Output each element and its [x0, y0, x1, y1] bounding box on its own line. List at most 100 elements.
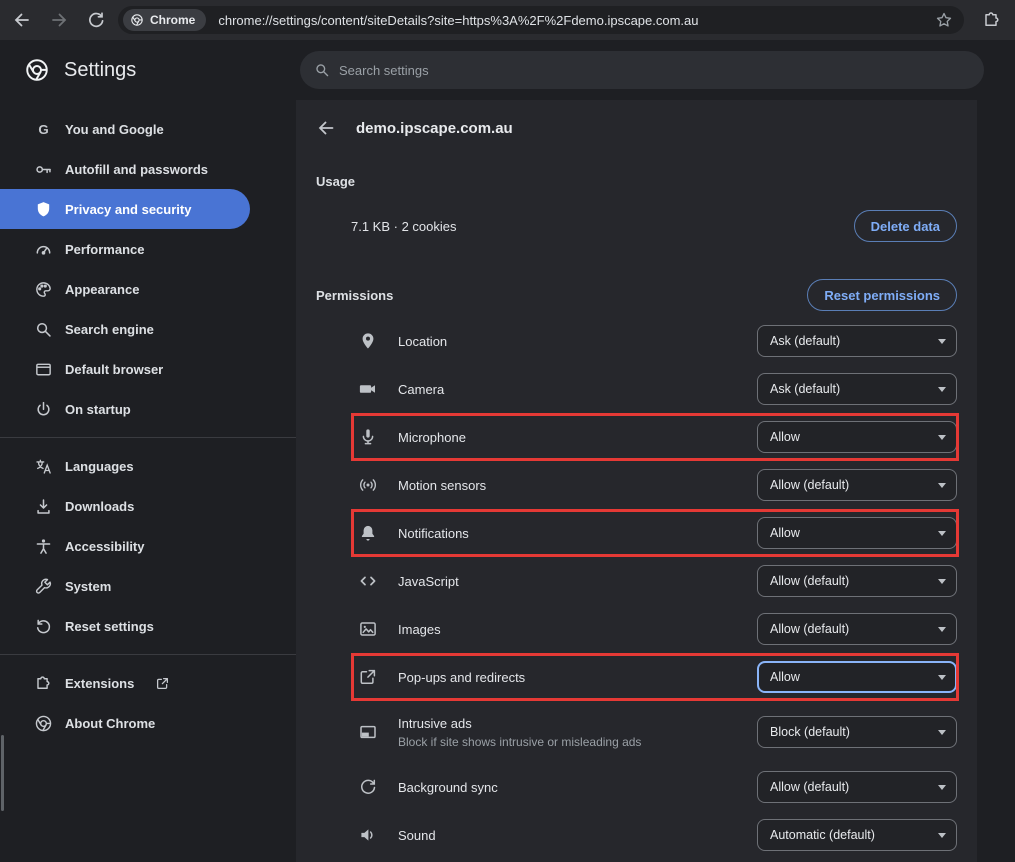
permissions-header: Permissions Reset permissions	[316, 279, 957, 311]
chevron-down-icon	[938, 627, 946, 632]
image-icon	[358, 619, 378, 639]
popup-redirect-icon	[358, 667, 378, 687]
back-icon[interactable]	[12, 10, 32, 30]
delete-data-button[interactable]: Delete data	[854, 210, 957, 242]
page-title: Settings	[64, 59, 136, 82]
permission-row-popups: Pop-ups and redirects Allow	[316, 653, 957, 701]
sidebar-item-reset-settings[interactable]: Reset settings	[0, 606, 250, 646]
select-value: Block (default)	[770, 725, 850, 739]
select-value: Allow	[770, 526, 800, 540]
url-text[interactable]: chrome://settings/content/siteDetails?si…	[218, 13, 698, 28]
javascript-permission-select[interactable]: Allow (default)	[757, 565, 957, 597]
permission-row-sound: Sound Automatic (default)	[316, 811, 957, 859]
sidebar-item-label: Languages	[65, 459, 134, 474]
sidebar-item-languages[interactable]: Languages	[0, 446, 250, 486]
accessibility-icon	[34, 537, 53, 556]
sidebar-item-label: Downloads	[65, 499, 134, 514]
sidebar-item-downloads[interactable]: Downloads	[0, 486, 250, 526]
chevron-down-icon	[938, 339, 946, 344]
notifications-permission-select[interactable]: Allow	[757, 517, 957, 549]
refresh-icon[interactable]	[86, 10, 106, 30]
sidebar-item-label: You and Google	[65, 122, 164, 137]
permission-label: Sound	[398, 828, 436, 843]
sidebar-item-about-chrome[interactable]: About Chrome	[0, 703, 250, 743]
usage-summary: 7.1 KB · 2 cookies	[351, 219, 457, 234]
back-arrow-icon[interactable]	[316, 118, 336, 138]
download-icon	[34, 497, 53, 516]
settings-search[interactable]	[300, 51, 984, 89]
background-sync-permission-select[interactable]: Allow (default)	[757, 771, 957, 803]
reset-permissions-button[interactable]: Reset permissions	[807, 279, 957, 311]
sidebar-item-accessibility[interactable]: Accessibility	[0, 526, 250, 566]
sidebar-divider	[0, 654, 296, 655]
permissions-list: Location Ask (default) Camera Ask (defau…	[296, 317, 977, 859]
browser-window-icon	[34, 360, 53, 379]
sidebar-item-on-startup[interactable]: On startup	[0, 389, 250, 429]
reset-icon	[34, 617, 53, 636]
permission-label: JavaScript	[398, 574, 459, 589]
chevron-down-icon	[938, 483, 946, 488]
permission-label: Location	[398, 334, 447, 349]
bookmark-star-icon[interactable]	[935, 11, 953, 29]
ads-icon	[358, 722, 378, 742]
extensions-puzzle-icon[interactable]	[982, 10, 1002, 30]
popups-permission-select[interactable]: Allow	[757, 661, 957, 693]
sidebar-item-you-and-google[interactable]: G You and Google	[0, 109, 250, 149]
microphone-permission-select[interactable]: Allow	[757, 421, 957, 453]
sidebar-item-autofill[interactable]: Autofill and passwords	[0, 149, 250, 189]
external-link-icon	[155, 676, 170, 691]
site-details-panel: demo.ipscape.com.au Usage 7.1 KB · 2 coo…	[296, 100, 977, 862]
sidebar-item-privacy-security[interactable]: Privacy and security	[0, 189, 250, 229]
select-value: Allow (default)	[770, 780, 849, 794]
search-input[interactable]	[339, 63, 970, 78]
browser-toolbar: Chrome chrome://settings/content/siteDet…	[0, 0, 1015, 40]
sidebar-item-label: Reset settings	[65, 619, 154, 634]
sidebar: G You and Google Autofill and passwords …	[0, 100, 296, 862]
sidebar-item-system[interactable]: System	[0, 566, 250, 606]
chevron-down-icon	[938, 579, 946, 584]
sidebar-item-search-engine[interactable]: Search engine	[0, 309, 250, 349]
intrusive-ads-permission-select[interactable]: Block (default)	[757, 716, 957, 748]
permission-row-javascript: JavaScript Allow (default)	[316, 557, 957, 605]
google-g-icon: G	[34, 120, 53, 139]
sidebar-item-label: Privacy and security	[65, 202, 191, 217]
chevron-down-icon	[938, 435, 946, 440]
chrome-logo-icon	[34, 714, 53, 733]
microphone-icon	[358, 427, 378, 447]
sidebar-item-label: Default browser	[65, 362, 163, 377]
notifications-bell-icon	[358, 523, 378, 543]
sidebar-item-label: On startup	[65, 402, 131, 417]
search-icon	[34, 320, 53, 339]
camera-permission-select[interactable]: Ask (default)	[757, 373, 957, 405]
sidebar-item-appearance[interactable]: Appearance	[0, 269, 250, 309]
motion-sensors-permission-select[interactable]: Allow (default)	[757, 469, 957, 501]
location-permission-select[interactable]: Ask (default)	[757, 325, 957, 357]
sidebar-scrollbar[interactable]	[1, 735, 4, 811]
permission-row-microphone: Microphone Allow	[316, 413, 957, 461]
select-value: Allow (default)	[770, 622, 849, 636]
sidebar-item-default-browser[interactable]: Default browser	[0, 349, 250, 389]
select-value: Allow (default)	[770, 574, 849, 588]
select-value: Ask (default)	[770, 382, 840, 396]
chevron-down-icon	[938, 785, 946, 790]
wrench-icon	[34, 577, 53, 596]
sidebar-item-performance[interactable]: Performance	[0, 229, 250, 269]
svg-text:G: G	[38, 121, 48, 136]
permission-row-notifications: Notifications Allow	[316, 509, 957, 557]
sidebar-item-extensions[interactable]: Extensions	[0, 663, 250, 703]
images-permission-select[interactable]: Allow (default)	[757, 613, 957, 645]
motion-sensors-icon	[358, 475, 378, 495]
sound-permission-select[interactable]: Automatic (default)	[757, 819, 957, 851]
speaker-icon	[358, 825, 378, 845]
address-bar[interactable]: Chrome chrome://settings/content/siteDet…	[118, 6, 964, 34]
search-icon	[314, 62, 330, 78]
palette-icon	[34, 280, 53, 299]
usage-section-label: Usage	[316, 174, 957, 189]
permission-label: Motion sensors	[398, 478, 486, 493]
forward-icon[interactable]	[49, 10, 69, 30]
permission-label: Notifications	[398, 526, 469, 541]
key-icon	[34, 160, 53, 179]
sidebar-item-label: About Chrome	[65, 716, 155, 731]
sidebar-item-label: Accessibility	[65, 539, 145, 554]
sidebar-item-label: Search engine	[65, 322, 154, 337]
